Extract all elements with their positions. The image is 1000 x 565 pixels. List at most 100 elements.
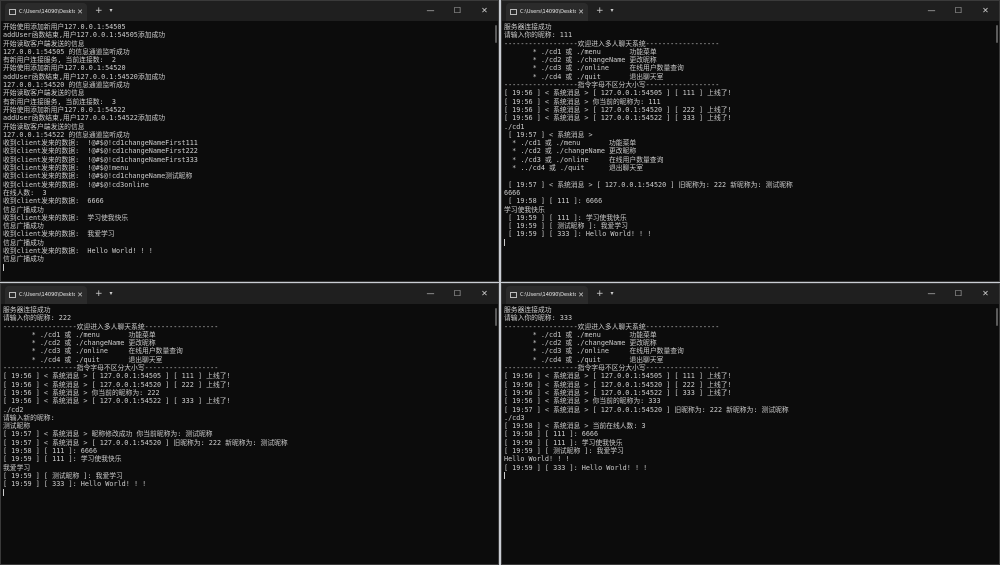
console-line: [ 19:57 ] < 系统消息 > [ 127.0.0.1:54520 ] 旧… [3,438,288,447]
console-line: [ 19:56 ] < 系统消息 > 你当前的昵称为: 111 [504,97,661,106]
title-bar[interactable]: C:\Users\14090\Desktop\clie ✕ + ▾ — ☐ ✕ [502,284,999,304]
new-tab-plus-icon[interactable]: + [596,1,604,21]
console-line: * ./cd1 或 ./menu 功能菜单 [504,47,657,56]
console-output[interactable]: 服务器连接成功 请输入你的昵称: 333 ------------------欢迎进… [504,306,995,562]
console-line: 开始使用添加新用户127.0.0.1:54520 [3,64,126,73]
console-line: 开始读取客户端发送的信息 [3,39,85,48]
chevron-down-icon[interactable]: ▾ [611,284,614,304]
console-line: 服务器连接成功 [504,23,552,31]
minimize-icon[interactable]: — [918,1,945,21]
console-line: * ./cd3 或 ./online 在线用户数量查询 [504,347,684,356]
tab-title: C:\Users\14090\Desktop\serve [19,9,76,15]
minimize-icon[interactable]: — [918,284,945,304]
console-line: * ./cd2 或 ./changeName 更改昵称 [504,147,637,156]
console-line: 收到client发来的数据: 6666 [3,197,104,206]
console-line: 收到client发来的数据: !@#$@!cd1changeName测试昵称 [3,172,193,181]
console-line: 信息广播成功 [3,205,44,214]
terminal-tab[interactable]: C:\Users\14090\Desktop\serve ✕ [5,3,87,21]
console-line: * ./cd1 或 ./menu 功能菜单 [3,330,156,339]
text-cursor [504,472,505,480]
console-line: 收到client发来的数据: !@#$@!cd1changeNameFirst3… [3,155,198,164]
close-tab-icon[interactable]: ✕ [578,8,584,16]
chevron-down-icon[interactable]: ▾ [611,1,614,21]
console-line: [ 19:59 ] [ 测试昵称 ]: 我爱学习 [504,447,624,456]
console-line: [ 19:59 ] [ 333 ]: Hello World! ! ! [504,230,652,239]
tab-title: C:\Users\14090\Desktop\clie [520,9,576,15]
console-line: [ 19:58 ] [ 111 ]: 6666 [504,197,603,206]
console-line: 收到client发来的数据: Hello World! ! ! [3,247,153,256]
console-output[interactable]: 服务器连接成功 请输入你的昵称: 222 ------------------欢迎进… [3,306,494,562]
terminal-tab[interactable]: C:\Users\14090\Desktop\clie ✕ [506,286,588,304]
console-line: 信息广播成功 [3,238,44,247]
console-line: 127.0.0.1:54522 的信息通道监听成功 [3,130,130,139]
close-tab-icon[interactable]: ✕ [77,291,83,299]
client-222-terminal-window[interactable]: C:\Users\14090\Desktop\clie ✕ + ▾ — ☐ ✕ … [0,283,499,565]
console-line: 请输入你的昵称: 333 [504,314,573,323]
terminal-icon [9,292,16,298]
close-window-icon[interactable]: ✕ [471,1,498,21]
terminal-icon [9,9,16,15]
console-line: * ./cd4 或 ./quit 退出聊天室 [3,355,163,364]
console-line: [ 19:58 ] < 系统消息 > 当前在线人数: 3 [504,422,646,431]
console-line: * ./cd1 或 ./menu 功能菜单 [504,330,657,339]
title-bar[interactable]: C:\Users\14090\Desktop\serve ✕ + ▾ — ☐ ✕ [1,1,498,21]
chevron-down-icon[interactable]: ▾ [110,1,113,21]
console-line: [ 19:59 ] [ 333 ]: Hello World! ! ! [3,480,147,489]
input-prompt[interactable] [3,264,494,272]
console-line: * ./cd3 或 ./online 在线用户数量查询 [3,347,183,356]
close-window-icon[interactable]: ✕ [471,284,498,304]
scrollbar-thumb[interactable] [495,308,497,326]
maximize-icon[interactable]: ☐ [444,1,471,21]
text-cursor [3,264,4,272]
console-line: [ 19:56 ] < 系统消息 > [ 127.0.0.1:54520 ] [… [504,380,732,389]
console-line: ./cd2 [3,405,24,414]
scrollbar-thumb[interactable] [495,25,497,43]
client-333-terminal-window[interactable]: C:\Users\14090\Desktop\clie ✕ + ▾ — ☐ ✕ … [501,283,1000,565]
console-line: [ 19:57 ] < 系统消息 > [ 127.0.0.1:54520 ] 旧… [504,180,793,189]
minimize-icon[interactable]: — [417,1,444,21]
close-tab-icon[interactable]: ✕ [77,8,83,16]
maximize-icon[interactable]: ☐ [945,284,972,304]
new-tab-plus-icon[interactable]: + [596,284,604,304]
console-line: [ 19:56 ] < 系统消息 > [ 127.0.0.1:54522 ] [… [504,114,732,123]
minimize-icon[interactable]: — [417,284,444,304]
console-line: [ 19:56 ] < 系统消息 > [ 127.0.0.1:54505 ] [… [3,372,231,381]
new-tab-plus-icon[interactable]: + [95,1,103,21]
input-prompt[interactable] [3,489,494,497]
console-output[interactable]: 服务器连接成功 请输入你的昵称: 111 ------------------欢迎进… [504,23,995,279]
new-tab-plus-icon[interactable]: + [95,284,103,304]
console-line: * ../cd4 或 ./quit 退出聊天室 [504,164,643,173]
input-prompt[interactable] [504,472,995,480]
scrollbar-thumb[interactable] [996,25,998,43]
console-output[interactable]: 开始使用添加新用户127.0.0.1:54505 addUser函数结束,用户12… [3,23,494,279]
console-line: 我爱学习 [3,463,31,472]
close-window-icon[interactable]: ✕ [972,1,999,21]
client-111-terminal-window[interactable]: C:\Users\14090\Desktop\clie ✕ + ▾ — ☐ ✕ … [501,0,1000,282]
title-bar[interactable]: C:\Users\14090\Desktop\clie ✕ + ▾ — ☐ ✕ [1,284,498,304]
console-line: [ 19:58 ] [ 111 ]: 6666 [504,430,599,439]
console-line: [ 19:56 ] < 系统消息 > [ 127.0.0.1:54522 ] [… [3,397,231,406]
scrollbar-thumb[interactable] [996,308,998,326]
terminal-tab[interactable]: C:\Users\14090\Desktop\clie ✕ [5,286,87,304]
text-cursor [3,489,4,497]
console-line: ./cd1 [504,122,525,131]
chevron-down-icon[interactable]: ▾ [110,284,113,304]
tab-title: C:\Users\14090\Desktop\clie [520,292,576,298]
console-line: 服务器连接成功 [3,306,51,314]
maximize-icon[interactable]: ☐ [945,1,972,21]
server-terminal-window[interactable]: C:\Users\14090\Desktop\serve ✕ + ▾ — ☐ ✕… [0,0,499,282]
close-tab-icon[interactable]: ✕ [578,291,584,299]
console-line: [ 19:57 ] < 系统消息 > 昵称修改成功 你当前昵称为: 测试昵称 [3,430,213,439]
input-prompt[interactable] [504,239,995,247]
maximize-icon[interactable]: ☐ [444,284,471,304]
close-window-icon[interactable]: ✕ [972,284,999,304]
console-line: [ 19:59 ] [ 111 ]: 学习使我快乐 [504,213,627,222]
console-line: 信息广播成功 [3,255,44,264]
console-line: * ./cd4 或 ./quit 退出聊天室 [504,72,664,81]
console-line: [ 19:59 ] [ 测试昵称 ]: 我爱学习 [3,471,123,480]
console-line: 学习使我快乐 [504,205,545,214]
title-bar[interactable]: C:\Users\14090\Desktop\clie ✕ + ▾ — ☐ ✕ [502,1,999,21]
console-line: ------------------欢迎进入多人聊天系统------------… [504,39,720,48]
console-line: [ 19:59 ] [ 111 ]: 学习使我快乐 [504,438,623,447]
terminal-tab[interactable]: C:\Users\14090\Desktop\clie ✕ [506,3,588,21]
